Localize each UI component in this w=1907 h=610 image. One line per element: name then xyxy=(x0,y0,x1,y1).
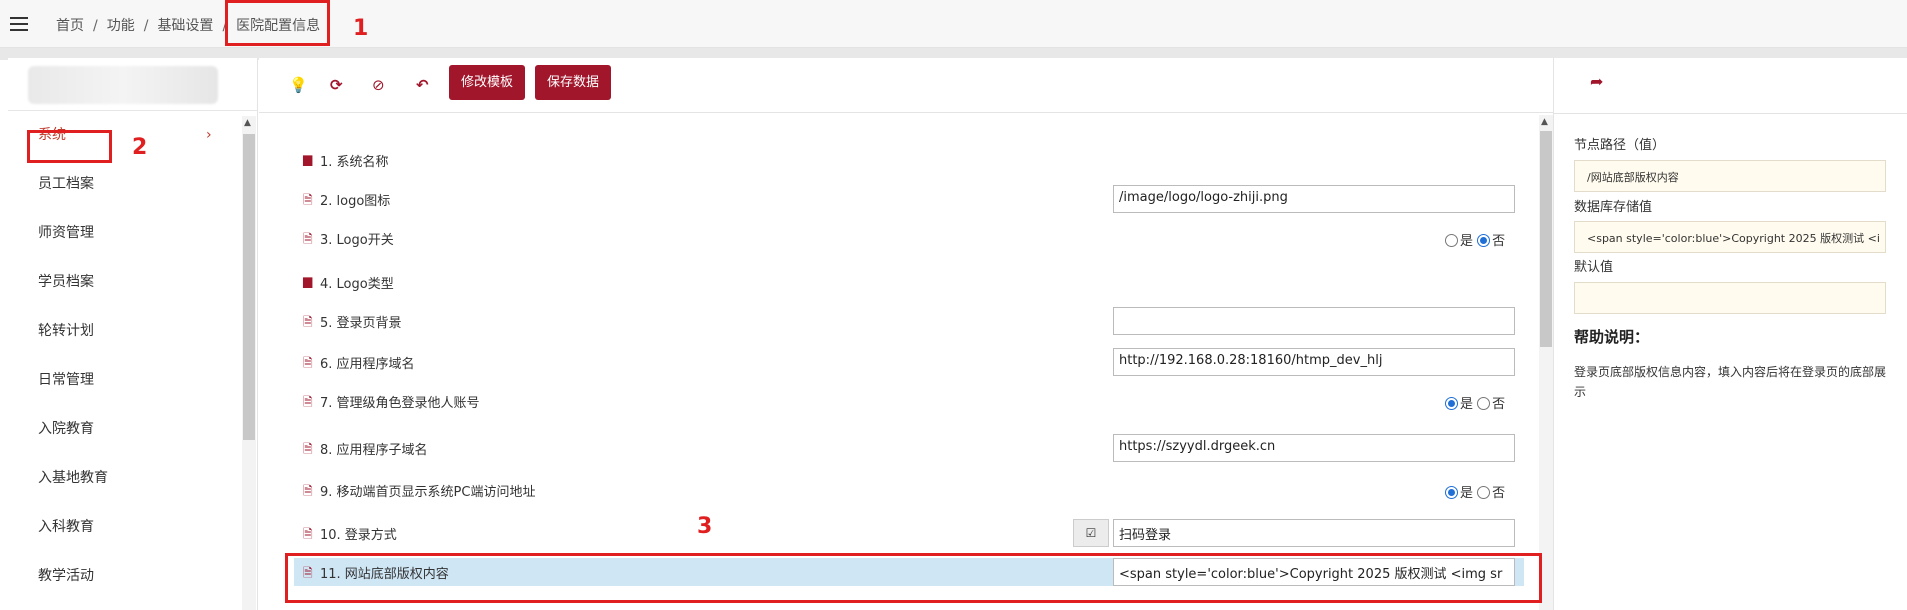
sidebar-item-dept-orientation[interactable]: 入科教育 xyxy=(8,503,258,552)
edit-template-button[interactable]: 修改模板 xyxy=(449,65,526,100)
help-text: 登录页底部版权信息内容，填入内容后将在登录页的底部展示 xyxy=(1574,365,1887,399)
annotation-number: 2 xyxy=(132,135,148,160)
radio-no[interactable] xyxy=(1477,486,1491,499)
config-row[interactable]: 🗎 9. 移动端首页显示系统PC端访问地址 是 否 xyxy=(259,476,1539,504)
app-subdomain-input[interactable]: https://szyydl.drgeek.cn xyxy=(1113,434,1515,462)
file-icon: 🗎 xyxy=(303,395,313,409)
login-background-input[interactable] xyxy=(1113,307,1515,335)
sidebar-item-staff-records[interactable]: 员工档案 xyxy=(8,160,258,209)
radio-yes[interactable] xyxy=(1445,234,1458,247)
lightbulb-icon[interactable]: 💡 xyxy=(289,76,308,94)
admin-login-radio: 是 否 xyxy=(1445,393,1505,412)
config-row[interactable]: 🗎 8. 应用程序子域名 https://szyydl.drgeek.cn xyxy=(259,434,1539,462)
highlight-box-1 xyxy=(225,0,330,46)
help-title: 帮助说明： xyxy=(1574,328,1650,346)
folder-icon: ▆ xyxy=(303,152,313,166)
logo xyxy=(28,66,218,104)
sidebar-item-base-orientation[interactable]: 入基地教育 xyxy=(8,454,258,503)
mobile-pc-address-radio: 是 否 xyxy=(1445,482,1505,501)
app-domain-input[interactable]: http://192.168.0.28:18160/htmp_dev_hlj xyxy=(1113,348,1515,376)
sidebar-item-student-records[interactable]: 学员档案 xyxy=(8,258,258,307)
config-row[interactable]: 🗎 2. logo图标 /image/logo/logo-zhiji.png xyxy=(259,185,1539,213)
share-icon[interactable]: ➦ xyxy=(1590,72,1603,91)
sidebar-scrollbar[interactable]: ▲ xyxy=(242,116,256,610)
sidebar-item-hospital-orientation[interactable]: 入院教育 xyxy=(8,405,258,454)
file-icon: 🗎 xyxy=(303,442,313,456)
db-value-field[interactable]: <span style='color:blue'>Copyright 2025 … xyxy=(1574,221,1886,253)
file-icon: 🗎 xyxy=(303,484,313,498)
hide-icon[interactable]: ⊘ xyxy=(372,76,385,94)
config-scroll-thumb[interactable] xyxy=(1540,131,1552,347)
toolbar: 💡 ⟳ ⊘ ↶ 修改模板 保存数据 xyxy=(259,58,1553,113)
breadcrumb-basic-settings[interactable]: 基础设置 xyxy=(157,18,213,34)
node-path-field[interactable]: /网站底部版权内容 xyxy=(1574,160,1886,192)
login-method-input[interactable]: 扫码登录 xyxy=(1113,519,1515,547)
sidebar-item-daily-management[interactable]: 日常管理 xyxy=(8,356,258,405)
folder-icon: ▆ xyxy=(303,274,313,288)
config-panel: 💡 ⟳ ⊘ ↶ 修改模板 保存数据 ▆ 1. 系统名称 🗎 2. logo图标 … xyxy=(259,58,1553,610)
sidebar-scroll-thumb[interactable] xyxy=(243,134,255,440)
logo-path-input[interactable]: /image/logo/logo-zhiji.png xyxy=(1113,185,1515,213)
default-value-label: 默认值 xyxy=(1574,260,1614,275)
sidebar-menu: 系统 › 员工档案 师资管理 学员档案 轮转计划 日常管理 入院教育 入基地教育 … xyxy=(8,110,258,601)
sidebar-item-teacher-management[interactable]: 师资管理 xyxy=(8,209,258,258)
logo-switch-radio: 是 否 xyxy=(1445,230,1505,249)
config-row[interactable]: 🗎 5. 登录页背景 xyxy=(259,307,1539,335)
divider xyxy=(1554,113,1907,114)
config-row[interactable]: 🗎 3. Logo开关 是 否 xyxy=(259,224,1539,252)
undo-icon[interactable]: ↶ xyxy=(416,76,429,94)
file-icon: 🗎 xyxy=(303,232,313,246)
file-icon: 🗎 xyxy=(303,356,313,370)
highlight-box-3 xyxy=(285,553,1542,603)
config-scrollbar[interactable]: ▲ xyxy=(1539,115,1553,610)
radio-no[interactable] xyxy=(1477,234,1491,247)
menu-toggle-icon[interactable] xyxy=(10,17,28,31)
refresh-icon[interactable]: ⟳ xyxy=(330,76,343,94)
config-row[interactable]: 🗎 6. 应用程序域名 http://192.168.0.28:18160/ht… xyxy=(259,348,1539,376)
radio-yes[interactable] xyxy=(1445,397,1458,410)
detail-panel: ➦ 节点路径（值） /网站底部版权内容 数据库存储值 <span style='… xyxy=(1553,58,1907,610)
sidebar-item-rotation-plan[interactable]: 轮转计划 xyxy=(8,307,258,356)
file-icon: 🗎 xyxy=(303,527,313,541)
breadcrumb-home[interactable]: 首页 xyxy=(56,18,84,34)
highlight-box-2 xyxy=(27,130,112,163)
annotation-number: 3 xyxy=(697,514,713,539)
scroll-up-icon[interactable]: ▲ xyxy=(1541,117,1548,127)
save-data-button[interactable]: 保存数据 xyxy=(535,65,612,100)
config-row[interactable]: ▆ 1. 系统名称 xyxy=(259,146,1539,174)
radio-no[interactable] xyxy=(1477,397,1491,410)
annotation-number: 1 xyxy=(353,16,369,41)
checkbox-icon[interactable]: ☑ xyxy=(1073,519,1109,547)
node-path-label: 节点路径（值） xyxy=(1574,138,1666,153)
breadcrumb-function[interactable]: 功能 xyxy=(107,18,135,34)
default-value-field[interactable] xyxy=(1574,282,1886,314)
config-row[interactable]: 🗎 7. 管理级角色登录他人账号 是 否 xyxy=(259,387,1539,415)
file-icon: 🗎 xyxy=(303,193,313,207)
config-row[interactable]: ▆ 4. Logo类型 xyxy=(259,268,1539,296)
file-icon: 🗎 xyxy=(303,315,313,329)
scroll-up-icon[interactable]: ▲ xyxy=(244,118,251,128)
chevron-right-icon: › xyxy=(206,127,212,143)
config-row[interactable]: 🗎 10. 登录方式 ☑ 扫码登录 xyxy=(259,519,1539,547)
sidebar-item-teaching-activity[interactable]: 教学活动 xyxy=(8,552,258,601)
db-value-label: 数据库存储值 xyxy=(1574,200,1653,215)
radio-yes[interactable] xyxy=(1445,486,1458,499)
